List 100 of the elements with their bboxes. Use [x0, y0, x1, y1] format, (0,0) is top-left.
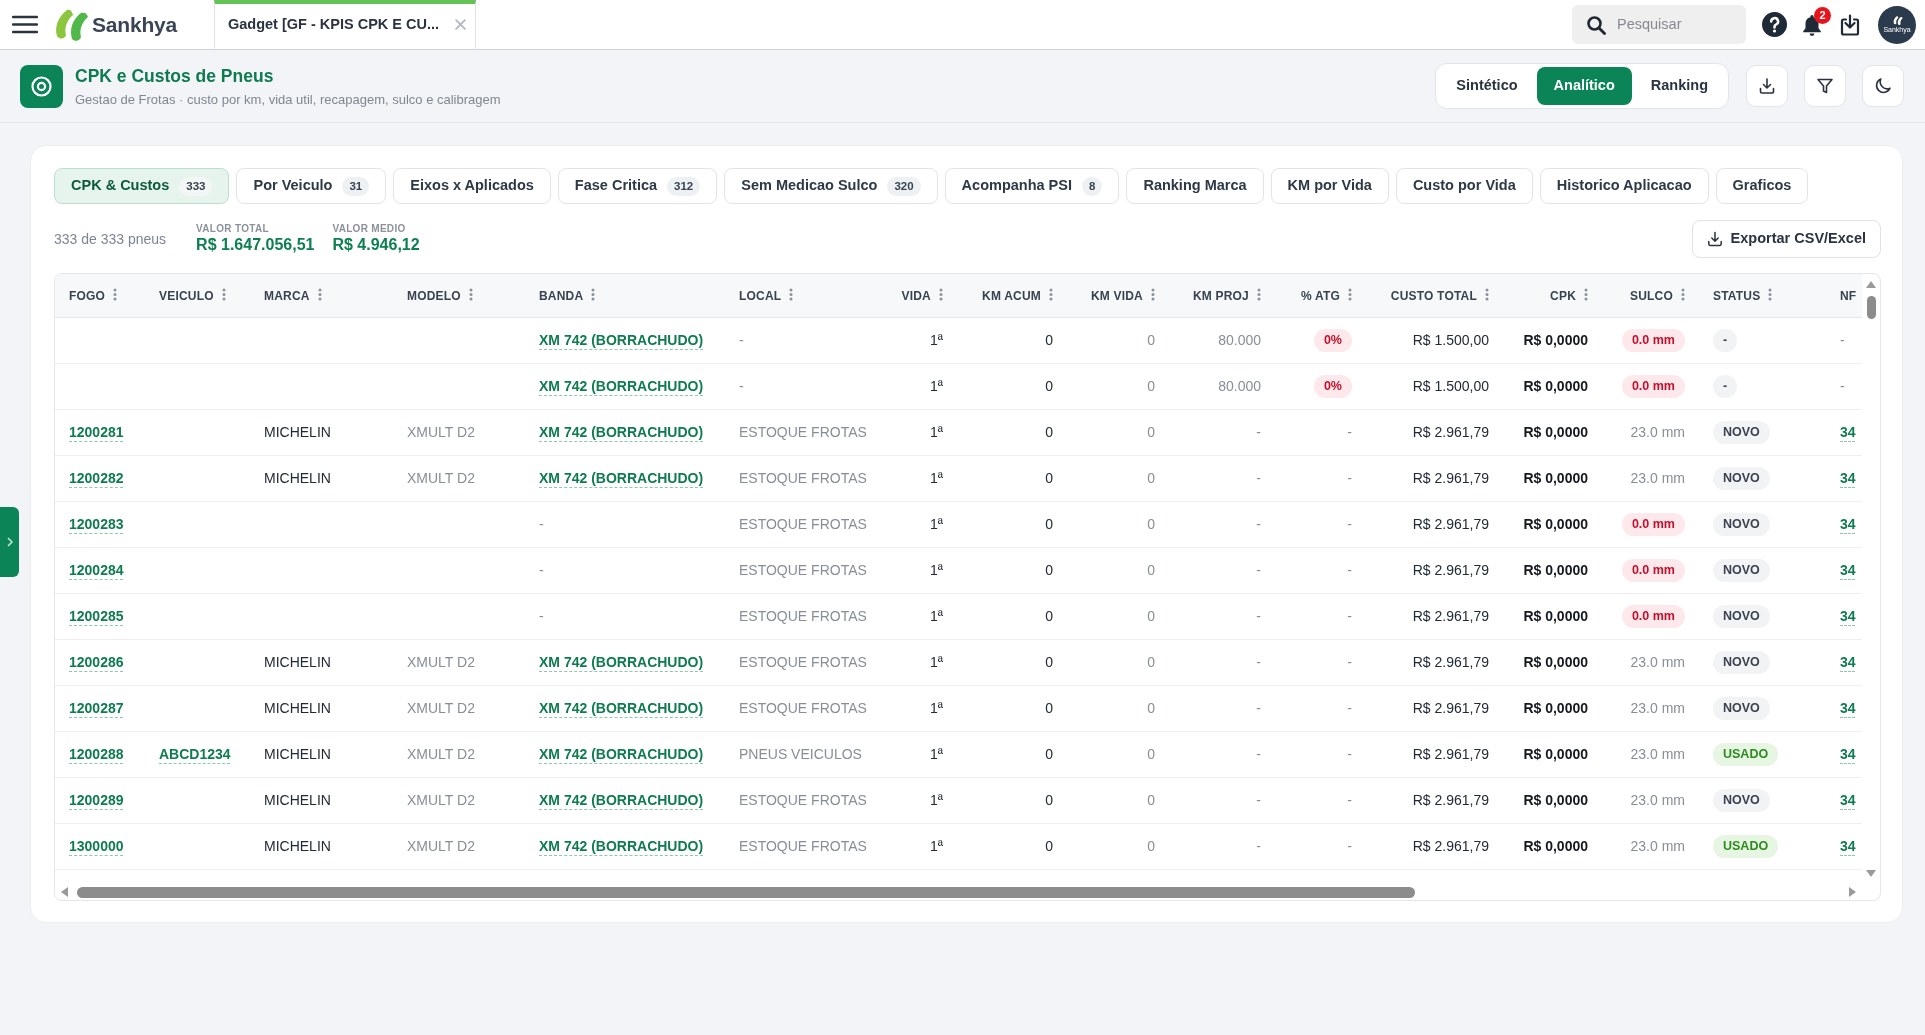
kebab-menu-icon[interactable]	[113, 287, 118, 301]
scrollbar-thumb[interactable]	[77, 886, 1415, 898]
table-cell: R$ 0,0000	[1503, 594, 1602, 640]
export-button[interactable]: Exportar CSV/Excel	[1691, 220, 1881, 258]
table-link[interactable]: 34	[1840, 746, 1856, 762]
table-cell: 23.0 mm	[1602, 686, 1699, 732]
table-cell: ESTOQUE FROTAS	[725, 594, 881, 640]
kebab-menu-icon[interactable]	[1257, 287, 1261, 301]
help-icon[interactable]	[1762, 12, 1787, 37]
section-tab[interactable]: Fase Critica 312	[557, 168, 718, 204]
table-link[interactable]: 34	[1840, 516, 1856, 532]
kebab-menu-icon[interactable]	[789, 287, 794, 301]
table-link[interactable]: 1200285	[69, 608, 124, 624]
table-link[interactable]: 1200289	[69, 792, 124, 808]
sidebar-handle[interactable]	[0, 507, 19, 577]
kebab-menu-icon[interactable]	[1151, 287, 1155, 301]
table-link[interactable]: 1200283	[69, 516, 124, 532]
section-tab[interactable]: Custo por Vida	[1395, 168, 1533, 204]
table-link[interactable]: 34	[1840, 700, 1856, 716]
table-cell: 0	[957, 502, 1067, 548]
table-link[interactable]: 34	[1840, 654, 1856, 670]
kebab-menu-icon[interactable]	[591, 287, 596, 301]
view-toggle[interactable]: Sintético	[1439, 67, 1535, 105]
kebab-menu-icon[interactable]	[1584, 287, 1588, 301]
table-link[interactable]: 34	[1840, 470, 1856, 486]
table-cell: R$ 2.961,79	[1366, 548, 1503, 594]
scrollbar-thumb[interactable]	[1866, 296, 1876, 319]
menu-icon[interactable]	[12, 15, 38, 34]
section-tab[interactable]: Ranking Marca	[1126, 168, 1264, 204]
table-link[interactable]: 1200286	[69, 654, 124, 670]
brand-name[interactable]: Sankhya	[92, 8, 177, 41]
table-link[interactable]: XM 742 (BORRACHUDO)	[539, 700, 704, 716]
table-cell: 0	[957, 778, 1067, 824]
close-icon[interactable]	[455, 19, 466, 30]
table-cell: -	[1275, 502, 1366, 548]
table-cell: -	[1169, 640, 1275, 686]
table-cell: XMULT D2	[393, 732, 525, 778]
kebab-menu-icon[interactable]	[1049, 287, 1053, 301]
table-link[interactable]: 1200282	[69, 470, 124, 486]
table-link[interactable]: ABCD1234	[159, 746, 231, 762]
kebab-menu-icon[interactable]	[221, 287, 226, 301]
table-link[interactable]: XM 742 (BORRACHUDO)	[539, 424, 704, 440]
filter-button[interactable]	[1804, 65, 1846, 107]
table-link[interactable]: XM 742 (BORRACHUDO)	[539, 378, 704, 394]
table-cell: -	[1169, 410, 1275, 456]
table-cell: 80.000	[1169, 318, 1275, 364]
kebab-menu-icon[interactable]	[317, 287, 322, 301]
view-toggle[interactable]: Analítico	[1536, 67, 1632, 105]
table-link[interactable]: 1200288	[69, 746, 124, 762]
table-link[interactable]: 1200284	[69, 562, 124, 578]
table-link[interactable]: 1300000	[69, 838, 124, 854]
triangle-down-icon[interactable]	[1866, 870, 1876, 877]
table-link[interactable]: XM 742 (BORRACHUDO)	[539, 838, 704, 854]
table-badge: NOVO	[1713, 513, 1770, 536]
table-cell: MICHELIN	[250, 732, 393, 778]
table-link[interactable]: XM 742 (BORRACHUDO)	[539, 470, 704, 486]
download-icon	[1758, 77, 1776, 95]
table-link[interactable]: XM 742 (BORRACHUDO)	[539, 792, 704, 808]
table-cell: R$ 0,0000	[1503, 364, 1602, 410]
table-link[interactable]: 34	[1840, 838, 1856, 854]
section-tab[interactable]: CPK & Custos 333	[54, 168, 230, 204]
table-badge: NOVO	[1713, 605, 1770, 628]
table-link[interactable]: 34	[1840, 608, 1856, 624]
theme-button[interactable]	[1862, 65, 1904, 107]
triangle-left-icon[interactable]	[61, 887, 68, 897]
table-badge: NOVO	[1713, 559, 1770, 582]
search-icon	[1586, 14, 1606, 35]
table-link[interactable]: 34	[1840, 562, 1856, 578]
kebab-menu-icon[interactable]	[468, 287, 473, 301]
kebab-menu-icon[interactable]	[1485, 287, 1489, 301]
table-link[interactable]: 1200287	[69, 700, 124, 716]
table-cell: R$ 0,0000	[1503, 502, 1602, 548]
table-link[interactable]: 1200281	[69, 424, 124, 440]
table-cell: R$ 2.961,79	[1366, 410, 1503, 456]
table-link[interactable]: XM 742 (BORRACHUDO)	[539, 654, 704, 670]
section-tab[interactable]: Por Veiculo 31	[236, 168, 387, 204]
table-link[interactable]: XM 742 (BORRACHUDO)	[539, 332, 704, 348]
section-tab[interactable]: Sem Medicao Sulco 320	[724, 168, 938, 204]
download-button[interactable]	[1746, 65, 1788, 107]
section-tab[interactable]: Eixos x Aplicados	[393, 168, 551, 204]
table-cell: 0	[1067, 594, 1169, 640]
triangle-up-icon[interactable]	[1866, 281, 1876, 288]
kebab-menu-icon[interactable]	[1348, 287, 1352, 301]
section-tab[interactable]: KM por Vida	[1270, 168, 1389, 204]
table-badge: USADO	[1713, 743, 1779, 766]
kebab-menu-icon[interactable]	[1768, 287, 1773, 301]
search-input[interactable]: Pesquisar	[1617, 13, 1727, 36]
table-link[interactable]: 34	[1840, 424, 1856, 440]
kebab-menu-icon[interactable]	[1681, 287, 1685, 301]
section-tab[interactable]: Historico Aplicacao	[1539, 168, 1709, 204]
table-link[interactable]: XM 742 (BORRACHUDO)	[539, 746, 704, 762]
search-field[interactable]: Pesquisar	[1572, 5, 1746, 44]
section-tab[interactable]: Acompanha PSI 8	[944, 168, 1120, 204]
section-tab[interactable]: Graficos	[1715, 168, 1809, 204]
table-link[interactable]: 34	[1840, 792, 1856, 808]
triangle-right-icon[interactable]	[1849, 887, 1856, 897]
table-cell: 0	[1067, 502, 1169, 548]
download-icon[interactable]	[1838, 12, 1862, 37]
kebab-menu-icon[interactable]	[939, 287, 943, 301]
view-toggle[interactable]: Ranking	[1633, 67, 1725, 105]
